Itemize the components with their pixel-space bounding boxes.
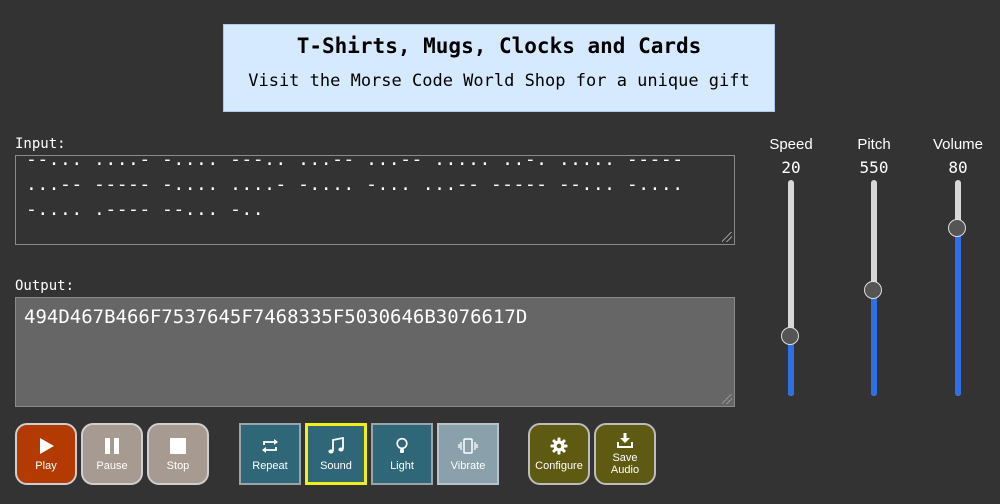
- sound-toggle[interactable]: Sound: [305, 423, 367, 485]
- stop-icon: [170, 437, 186, 454]
- volume-label: Volume: [932, 136, 984, 153]
- speed-slider-thumb[interactable]: [781, 326, 799, 345]
- vibrate-toggle-label: Vibrate: [450, 459, 486, 472]
- morse-input[interactable]: --... ....- -.... ---.. ...-- ...-- ....…: [15, 155, 735, 245]
- repeat-toggle[interactable]: Repeat: [239, 423, 301, 485]
- lightbulb-icon: [396, 437, 408, 453]
- resize-handle[interactable]: [722, 394, 732, 404]
- text-output-value: 494D467B466F7537645F7468335F5030646B3076…: [24, 306, 528, 328]
- volume-control: Volume 80: [928, 136, 988, 396]
- save-audio-button[interactable]: Save Audio: [594, 423, 656, 485]
- text-output[interactable]: 494D467B466F7537645F7468335F5030646B3076…: [15, 297, 735, 407]
- light-toggle[interactable]: Light: [371, 423, 433, 485]
- configure-button-label: Configure: [535, 459, 583, 472]
- pause-button-label: Pause: [96, 459, 128, 472]
- pitch-value: 550: [859, 158, 889, 177]
- input-label: Input:: [15, 136, 66, 152]
- pitch-control: Pitch 550: [844, 136, 904, 396]
- resize-handle[interactable]: [722, 232, 732, 242]
- banner-subtitle: Visit the Morse Code World Shop for a un…: [248, 71, 750, 91]
- save-audio-button-label: Save Audio: [610, 451, 640, 476]
- volume-slider-track[interactable]: [955, 180, 961, 396]
- output-label: Output:: [15, 278, 75, 294]
- volume-slider-fill: [955, 227, 961, 396]
- speed-slider-track[interactable]: [788, 180, 794, 396]
- speed-label: Speed: [769, 136, 813, 153]
- vibrate-icon: [458, 437, 478, 454]
- vibrate-toggle[interactable]: Vibrate: [437, 423, 499, 485]
- banner-title: T-Shirts, Mugs, Clocks and Cards: [296, 34, 702, 58]
- pause-button[interactable]: Pause: [81, 423, 143, 485]
- play-icon: [40, 437, 54, 454]
- repeat-icon: [262, 438, 278, 453]
- stop-button-label: Stop: [166, 459, 190, 472]
- light-toggle-label: Light: [390, 459, 414, 472]
- shop-banner[interactable]: T-Shirts, Mugs, Clocks and Cards Visit t…: [223, 24, 775, 112]
- speed-control: Speed 20: [761, 136, 821, 396]
- gear-icon: [550, 437, 568, 454]
- speed-value: 20: [781, 158, 801, 177]
- play-button[interactable]: Play: [15, 423, 77, 485]
- pitch-slider-fill: [871, 290, 877, 396]
- sound-toggle-label: Sound: [320, 459, 352, 472]
- speed-slider-fill: [788, 335, 794, 396]
- repeat-toggle-label: Repeat: [252, 459, 288, 472]
- music-note-icon: [328, 436, 344, 453]
- pitch-label: Pitch: [857, 136, 891, 153]
- configure-button[interactable]: Configure: [528, 423, 590, 485]
- morse-input-text[interactable]: --... ....- -.... ---.. ...-- ...-- ....…: [26, 156, 724, 222]
- pitch-slider-thumb[interactable]: [864, 281, 882, 300]
- download-icon: [617, 432, 633, 448]
- volume-value: 80: [948, 158, 968, 177]
- volume-slider-thumb[interactable]: [948, 218, 966, 237]
- pause-icon: [105, 437, 119, 454]
- stop-button[interactable]: Stop: [147, 423, 209, 485]
- play-button-label: Play: [35, 459, 57, 472]
